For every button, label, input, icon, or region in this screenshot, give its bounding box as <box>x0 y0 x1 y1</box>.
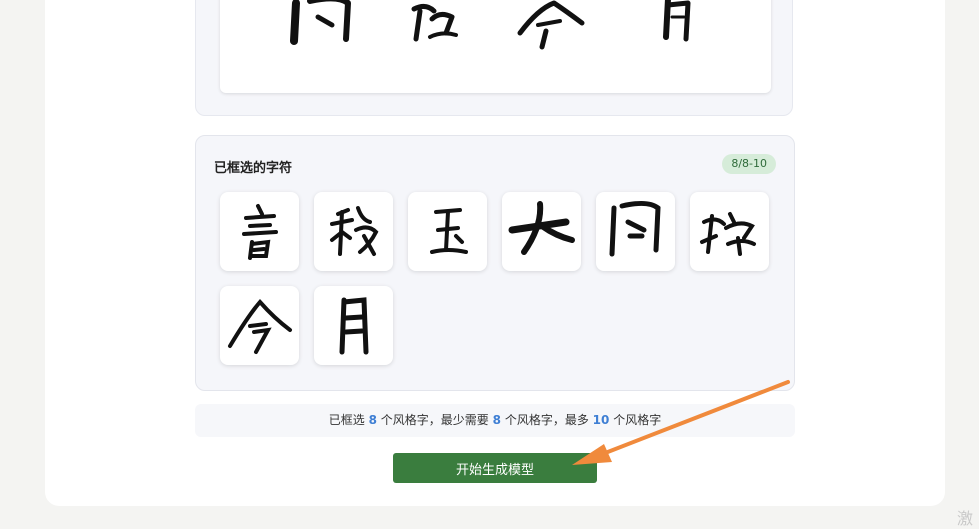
character-tile[interactable] <box>596 192 675 271</box>
info-prefix: 已框选 <box>328 413 365 427</box>
character-tile[interactable] <box>220 286 299 365</box>
calligraphy-glyph <box>339 297 369 355</box>
selection-info-bar: 已框选 8 个风格字，最少需要 8 个风格字，最多 10 个风格字 <box>195 404 795 437</box>
character-tile[interactable] <box>690 192 769 271</box>
character-tile[interactable] <box>314 192 393 271</box>
info-suffix: 个风格字 <box>613 413 662 427</box>
character-tile[interactable] <box>220 192 299 271</box>
calligraphy-glyph <box>242 204 278 260</box>
calligraphy-glyph <box>700 212 756 256</box>
selected-count: 8 <box>368 413 377 427</box>
calligraphy-glyph <box>330 206 379 256</box>
character-tile[interactable] <box>408 192 487 271</box>
calligraphy-glyph <box>508 201 575 255</box>
calligraphy-preview-image <box>220 0 771 93</box>
calligraphy-glyph <box>609 200 661 257</box>
preview-panel <box>195 0 793 116</box>
min-count: 8 <box>492 413 501 427</box>
max-count: 10 <box>592 413 610 427</box>
info-mid-1: 个风格字，最少需要 <box>380 413 489 427</box>
calligraphy-glyph <box>228 298 292 354</box>
character-tile[interactable] <box>502 192 581 271</box>
panel-title: 已框选的字符 <box>214 161 293 176</box>
calligraphy-glyph <box>430 208 468 254</box>
selected-characters-panel: 已框选的字符 8/8-10 <box>195 135 795 391</box>
watermark: 激 <box>957 509 974 528</box>
start-generate-model-button[interactable]: 开始生成模型 <box>393 453 597 483</box>
character-tile[interactable] <box>314 286 393 365</box>
selection-count-badge: 8/8-10 <box>722 154 776 174</box>
info-mid-2: 个风格字，最多 <box>504 413 589 427</box>
